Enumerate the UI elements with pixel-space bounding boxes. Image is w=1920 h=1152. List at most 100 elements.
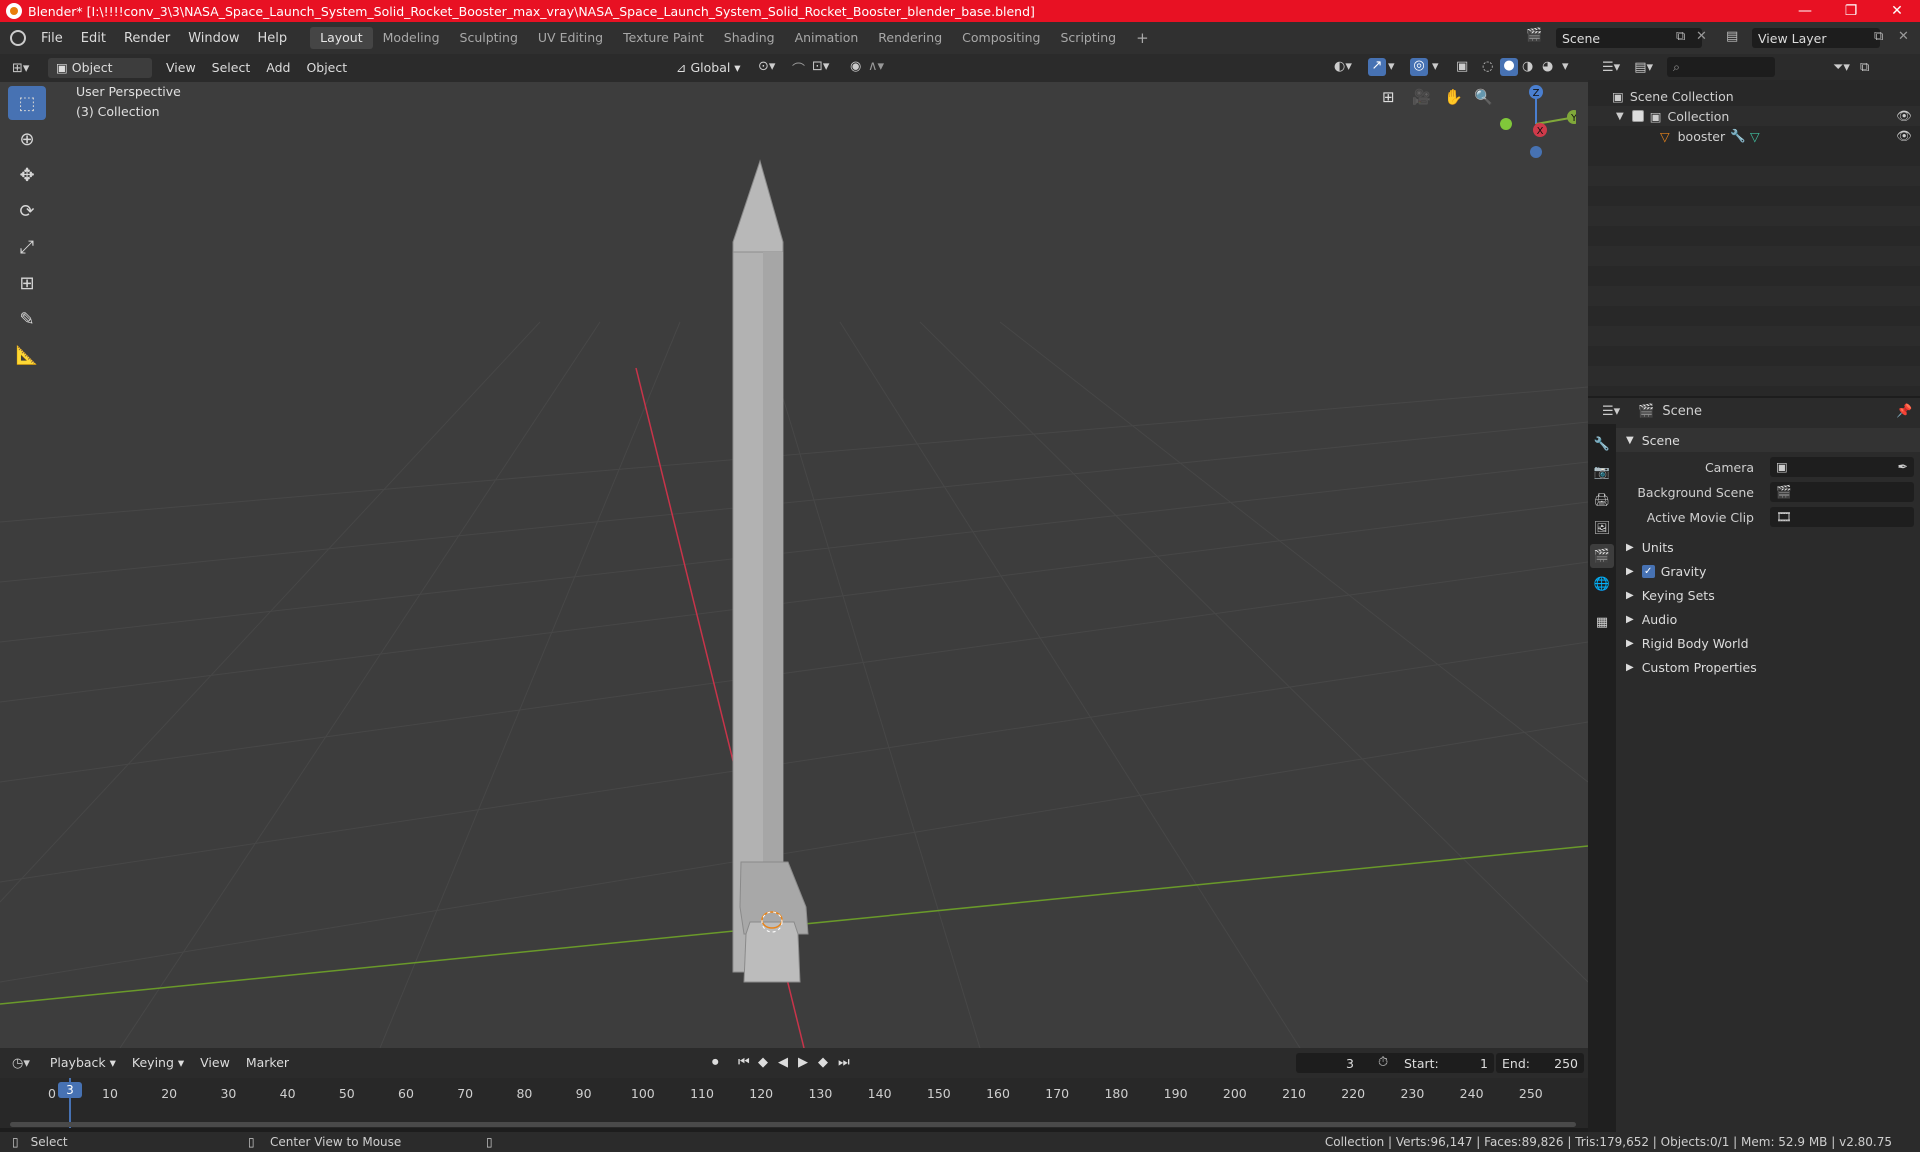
wireframe-shading-icon[interactable]: ◌ (1482, 59, 1493, 74)
end-frame-field[interactable]: End: 250 (1496, 1053, 1584, 1073)
timeline-body[interactable]: 0 10 20 30 40 50 60 70 80 90 100 110 120 130 140 150 160… (0, 1078, 1588, 1128)
solid-shading-icon[interactable]: ● (1500, 58, 1518, 76)
custom-properties-panel[interactable]: ▶ Custom Properties (1616, 655, 1920, 679)
tab-compositing[interactable]: Compositing (952, 27, 1050, 49)
3d-viewport[interactable]: User Perspective (3) Collection ⊞ 🎥 ✋ 🔍 … (0, 82, 1588, 1048)
maximize-button[interactable]: ❐ (1828, 0, 1874, 22)
gizmo-dropdown-icon[interactable]: ▾ (1388, 59, 1395, 74)
orientation-dropdown[interactable]: ⊿ Global ▾ (668, 58, 749, 78)
output-props-tab-icon[interactable]: 🖨 (1590, 488, 1614, 512)
editor-type-icon[interactable] (10, 30, 26, 46)
outliner-row-collection[interactable]: ▼ ▣ Collection 👁 (1588, 106, 1920, 126)
gizmo-toggle-icon[interactable]: ↗ (1368, 58, 1386, 76)
menu-window[interactable]: Window (179, 31, 248, 46)
add-workspace-button[interactable]: + (1126, 27, 1159, 49)
rendered-shading-icon[interactable]: ◕ (1542, 59, 1553, 74)
menu-object[interactable]: Object (298, 58, 355, 78)
booster-model[interactable] (732, 159, 809, 983)
menu-add[interactable]: Add (258, 58, 298, 78)
camera-view-icon[interactable]: 🎥 (1412, 88, 1431, 106)
jump-end-icon[interactable]: ⏭ (838, 1055, 850, 1070)
tab-layout[interactable]: Layout (310, 27, 373, 49)
outliner-search-input[interactable]: ⌕ (1667, 57, 1775, 77)
menu-help[interactable]: Help (249, 31, 297, 46)
move-tool-icon[interactable]: ✥ (8, 158, 46, 192)
scene-panel-header[interactable]: ▼ Scene (1616, 428, 1920, 452)
tab-texture-paint[interactable]: Texture Paint (613, 27, 714, 49)
prev-keyframe-icon[interactable]: ◆ (758, 1055, 768, 1070)
snap-target-icon[interactable]: ⊡▾ (812, 59, 829, 74)
scale-tool-icon[interactable]: ⤢ (8, 230, 46, 264)
tab-shading[interactable]: Shading (714, 27, 785, 49)
properties-editor-icon[interactable]: ☰▾ (1602, 404, 1620, 419)
camera-field[interactable]: ▣ ✒ (1770, 457, 1914, 477)
menu-edit[interactable]: Edit (72, 31, 115, 46)
tab-scripting[interactable]: Scripting (1051, 27, 1127, 49)
audio-panel[interactable]: ▶ Audio (1616, 607, 1920, 631)
outliner-editor-icon[interactable]: ☰▾ (1602, 60, 1620, 75)
scene-selector-icon[interactable]: 🎬 (1526, 28, 1542, 43)
gravity-panel[interactable]: ▶ ✓ Gravity (1616, 559, 1920, 583)
collection-checkbox[interactable] (1631, 110, 1644, 122)
start-frame-field[interactable]: Start: 1 (1398, 1053, 1494, 1073)
select-box-tool-icon[interactable]: ⬚ (8, 86, 46, 120)
expand-arrow-icon[interactable]: ▼ (1616, 111, 1624, 122)
menu-render[interactable]: Render (115, 31, 179, 46)
xray-icon[interactable]: ▣ (1456, 59, 1468, 74)
scene-props-tab-icon[interactable]: 🎬 (1590, 544, 1614, 568)
next-keyframe-icon[interactable]: ◆ (818, 1055, 828, 1070)
close-button[interactable]: ✕ (1874, 0, 1920, 22)
overlay-dropdown-icon[interactable]: ▾ (1432, 59, 1439, 74)
menu-select[interactable]: Select (204, 58, 259, 78)
proportional-edit-icon[interactable]: ◉ (850, 59, 861, 74)
snap-icon[interactable]: ⌒ (792, 59, 805, 78)
view-layer-icon[interactable]: ▤ (1726, 29, 1738, 44)
delete-view-layer-icon[interactable]: ✕ (1898, 29, 1909, 44)
hand-pan-icon[interactable]: ✋ (1444, 88, 1463, 106)
pivot-icon[interactable]: ⊙▾ (758, 59, 775, 74)
overlay-toggle-icon[interactable]: ◎ (1410, 58, 1428, 76)
view-layer-props-tab-icon[interactable]: 🖼 (1590, 516, 1614, 540)
filter-icon[interactable]: ⏷▾ (1833, 60, 1850, 75)
zoom-icon[interactable]: 🔍 (1474, 88, 1493, 106)
axis-gizmo[interactable]: Z Y X (1496, 82, 1576, 164)
tab-sculpting[interactable]: Sculpting (450, 27, 528, 49)
background-scene-field[interactable]: 🎬 (1770, 482, 1914, 502)
falloff-icon[interactable]: ∧▾ (868, 59, 884, 74)
menu-file[interactable]: File (32, 31, 72, 46)
play-icon[interactable]: ▶ (798, 1055, 808, 1070)
world-props-tab-icon[interactable]: 🌐 (1590, 572, 1614, 596)
tab-uv-editing[interactable]: UV Editing (528, 27, 613, 49)
minimize-button[interactable]: — (1782, 0, 1828, 22)
menu-playback[interactable]: Playback ▾ (42, 1053, 124, 1073)
new-view-layer-icon[interactable]: ⧉ (1874, 29, 1883, 44)
new-scene-icon[interactable]: ⧉ (1676, 29, 1685, 44)
active-movie-clip-field[interactable]: 🎞 (1770, 507, 1914, 527)
annotate-tool-icon[interactable]: ✎ (8, 302, 46, 336)
render-props-tab-icon[interactable]: 📷 (1590, 460, 1614, 484)
menu-marker[interactable]: Marker (238, 1053, 297, 1073)
keying-sets-panel[interactable]: ▶ Keying Sets (1616, 583, 1920, 607)
cursor-tool-icon[interactable]: ⊕ (8, 122, 46, 156)
display-mode-icon[interactable]: ▤▾ (1634, 60, 1653, 75)
measure-tool-icon[interactable]: 📐 (8, 338, 46, 372)
shading-dropdown-icon[interactable]: ▾ (1562, 59, 1569, 74)
eyedropper-icon[interactable]: ✒ (1898, 459, 1908, 474)
timeline-editor-icon[interactable]: ◷▾ (12, 1056, 30, 1071)
gravity-checkbox[interactable]: ✓ (1641, 564, 1655, 578)
outliner-row-booster[interactable]: ▽ booster 🔧 ▽ 👁 (1588, 126, 1920, 146)
mode-dropdown[interactable]: ▣ Object Mode ▾ (48, 58, 152, 95)
material-shading-icon[interactable]: ◑ (1522, 59, 1533, 74)
play-reverse-icon[interactable]: ◀ (778, 1055, 788, 1070)
texture-props-tab-icon[interactable]: ▦ (1590, 610, 1614, 634)
new-collection-icon[interactable]: ⧉ (1860, 60, 1869, 75)
units-panel[interactable]: ▶ Units (1616, 535, 1920, 559)
visibility-icon[interactable]: ◐▾ (1334, 59, 1352, 74)
jump-start-icon[interactable]: ⏮ (738, 1055, 750, 1070)
grid-view-icon[interactable]: ⊞ (1382, 88, 1395, 106)
tab-animation[interactable]: Animation (785, 27, 869, 49)
playhead-label[interactable]: 3 (58, 1082, 82, 1098)
menu-keying[interactable]: Keying ▾ (124, 1053, 192, 1073)
tab-modeling[interactable]: Modeling (373, 27, 450, 49)
menu-view[interactable]: View (158, 58, 204, 78)
